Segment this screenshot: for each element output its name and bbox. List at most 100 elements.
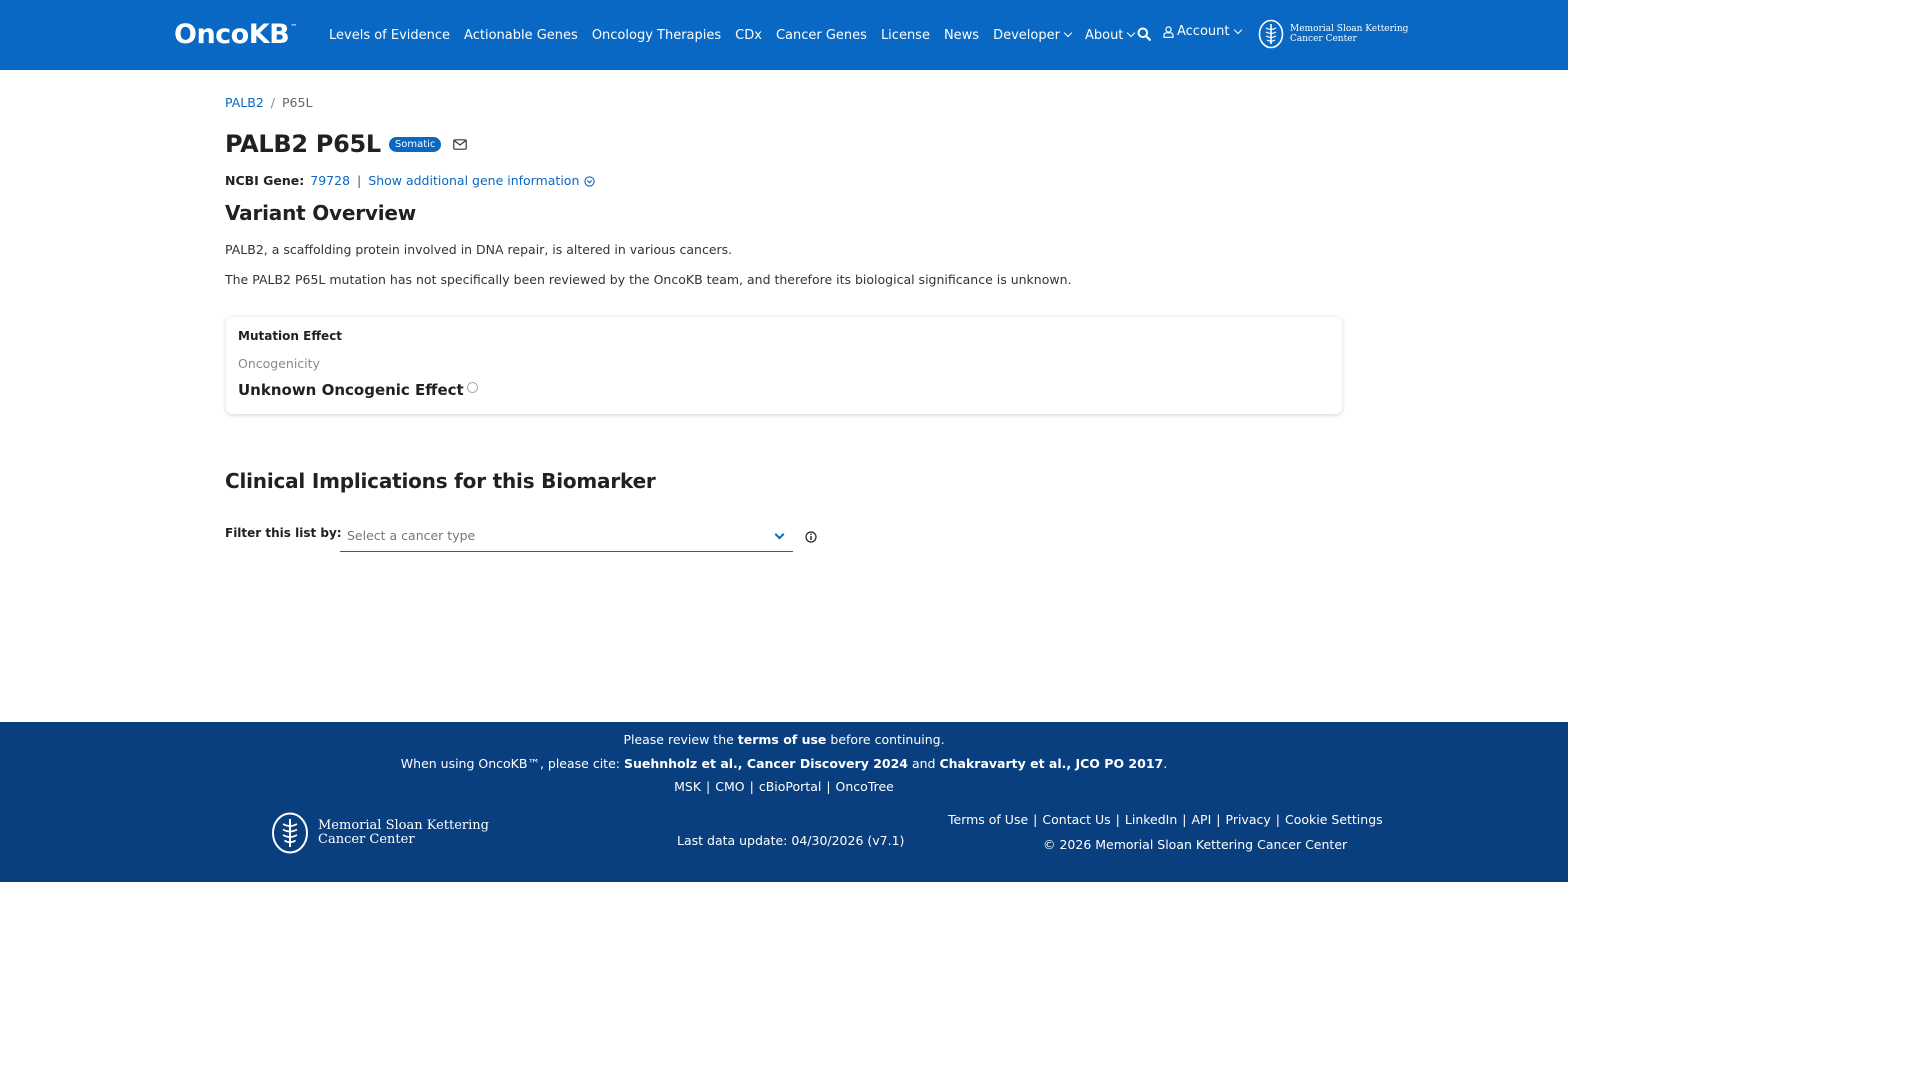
user-icon <box>1163 25 1174 38</box>
variant-overview-heading: Variant Overview <box>225 201 417 225</box>
nav-label: News <box>943 27 980 43</box>
chevron-circle-icon <box>584 176 596 187</box>
filter-label: Filter this list by: <box>225 526 342 540</box>
footer-text: before continuing. <box>826 732 945 747</box>
nav-label: Actionable Genes <box>464 27 578 43</box>
nav-oncology-therapies[interactable]: Oncology Therapies <box>585 28 728 43</box>
separator: | <box>1033 812 1038 827</box>
account-label: Account <box>1177 24 1230 39</box>
msk-line2: Cancer Center <box>318 832 415 847</box>
separator: | <box>1115 812 1120 827</box>
ncbi-gene-label: NCBI Gene: <box>225 173 305 188</box>
footer-link-api[interactable]: API <box>1192 812 1212 827</box>
nav-levels-of-evidence[interactable]: Levels of Evidence <box>322 28 457 43</box>
footer-link-oncotree[interactable]: OncoTree <box>836 779 894 794</box>
msk-text: Memorial Sloan Kettering Cancer Center <box>1290 24 1408 44</box>
show-gene-info-toggle[interactable]: Show additional gene information <box>368 173 596 188</box>
ncbi-gene-link[interactable]: 79728 <box>310 173 350 188</box>
msk-header-logo[interactable]: Memorial Sloan Kettering Cancer Center <box>1258 19 1408 49</box>
cancer-type-placeholder: Select a cancer type <box>347 528 476 543</box>
nav-actionable-genes[interactable]: Actionable Genes <box>457 28 585 43</box>
account-dropdown[interactable]: Account <box>1163 24 1242 39</box>
breadcrumb-separator: / <box>270 95 276 110</box>
chevron-down-icon <box>1233 25 1242 34</box>
breadcrumb-variant: P65L <box>282 95 313 110</box>
footer-terms-notice: Please review the terms of use before co… <box>0 732 1568 747</box>
msk-line1: Memorial Sloan Kettering <box>1290 24 1409 34</box>
footer-text: and <box>908 756 940 771</box>
footer-link-cmo[interactable]: CMO <box>715 779 744 794</box>
oncogenicity-ring-icon <box>466 382 478 393</box>
oncogenicity-value: Unknown Oncogenic Effect <box>238 381 478 399</box>
footer-link-terms[interactable]: Terms of Use <box>948 812 1028 827</box>
clinical-implications-heading: Clinical Implications for this Biomarker <box>225 469 656 493</box>
nav-label: About <box>1084 27 1124 43</box>
chevron-down-icon <box>1063 28 1073 38</box>
gene-info-row: NCBI Gene: 79728 | Show additional gene … <box>225 173 596 188</box>
footer-link-cookie-settings[interactable]: Cookie Settings <box>1285 812 1383 827</box>
footer-link-cbioportal[interactable]: cBioPortal <box>759 779 821 794</box>
logo-trademark: ™ <box>290 23 298 31</box>
msk-logo-icon <box>272 812 308 854</box>
footer-copyright: © 2026 Memorial Sloan Kettering Cancer C… <box>1043 837 1348 852</box>
page-title: PALB2 P65L <box>225 130 381 158</box>
msk-line2: Cancer Center <box>1290 34 1357 44</box>
main-nav: Levels of Evidence Actionable Genes Onco… <box>322 0 1141 70</box>
nav-cancer-genes[interactable]: Cancer Genes <box>769 28 874 43</box>
citation-link-2[interactable]: Chakravarty et al., JCO PO 2017 <box>939 756 1163 771</box>
oncogenicity-label: Oncogenicity <box>238 356 320 371</box>
oncogenicity-value-text: Unknown Oncogenic Effect <box>238 381 464 399</box>
oncokb-logo[interactable]: OncoKB ™ <box>174 19 297 51</box>
show-gene-info-label: Show additional gene information <box>368 173 580 188</box>
separator: | <box>706 779 711 794</box>
mutation-effect-card: Mutation Effect Oncogenicity Unknown Onc… <box>226 317 1342 414</box>
separator: | <box>749 779 754 794</box>
citation-link-1[interactable]: Suehnholz et al., Cancer Discovery 2024 <box>624 756 908 771</box>
search-icon[interactable] <box>1137 27 1151 41</box>
footer-partner-links: MSK | CMO | cBioPortal | OncoTree <box>0 779 1568 794</box>
footer-link-msk[interactable]: MSK <box>674 779 701 794</box>
nav-cdx[interactable]: CDx <box>728 28 769 43</box>
msk-footer-text: Memorial Sloan Kettering Cancer Center <box>318 819 489 847</box>
info-icon[interactable] <box>805 531 817 543</box>
mutation-effect-heading: Mutation Effect <box>238 329 343 343</box>
dropdown-chevron-icon <box>774 529 785 540</box>
logo-text: OncoKB <box>174 19 290 50</box>
footer: Please review the terms of use before co… <box>0 722 1568 882</box>
nav-news[interactable]: News <box>937 28 986 43</box>
nav-developer-dropdown[interactable]: Developer <box>986 28 1078 43</box>
footer-link-contact[interactable]: Contact Us <box>1042 812 1110 827</box>
top-navbar: OncoKB ™ Levels of Evidence Actionable G… <box>0 0 1568 70</box>
cancer-type-select[interactable]: Select a cancer type <box>340 523 793 552</box>
separator: | <box>1275 812 1280 827</box>
nav-label: License <box>880 27 930 43</box>
mail-icon[interactable] <box>453 138 468 150</box>
footer-citation: When using OncoKB™, please cite: Suehnho… <box>0 756 1568 771</box>
msk-logo-icon <box>1258 19 1284 49</box>
msk-footer-logo[interactable]: Memorial Sloan Kettering Cancer Center <box>271 812 489 854</box>
breadcrumb-gene-link[interactable]: PALB2 <box>225 95 264 110</box>
terms-of-use-link[interactable]: terms of use <box>738 732 827 747</box>
footer-text: . <box>1163 756 1168 771</box>
chevron-down-icon <box>1127 28 1136 38</box>
somatic-badge: Somatic <box>388 136 442 152</box>
footer-text: When using OncoKB™, please cite: <box>400 756 624 771</box>
nav-label: Oncology Therapies <box>591 27 722 43</box>
breadcrumb: PALB2 / P65L <box>225 95 312 110</box>
footer-text: Please review the <box>623 732 738 747</box>
footer-link-linkedin[interactable]: LinkedIn <box>1125 812 1177 827</box>
nav-label: Developer <box>993 27 1060 43</box>
nav-about-dropdown[interactable]: About <box>1078 28 1141 43</box>
title-row: PALB2 P65L Somatic <box>225 130 468 158</box>
overview-variant-summary: The PALB2 P65L mutation has not specific… <box>225 272 1072 287</box>
nav-label: CDx <box>735 27 762 43</box>
separator: | <box>1216 812 1221 827</box>
separator: | <box>357 173 362 188</box>
separator: | <box>826 779 831 794</box>
footer-legal-links: Terms of Use | Contact Us | LinkedIn | API | Pri… <box>948 812 1383 827</box>
nav-label: Levels of Evidence <box>329 27 451 43</box>
nav-license[interactable]: License <box>874 28 937 43</box>
footer-link-privacy[interactable]: Privacy <box>1226 812 1271 827</box>
separator: | <box>1182 812 1187 827</box>
overview-gene-summary: PALB2, a scaffolding protein involved in… <box>225 242 733 257</box>
